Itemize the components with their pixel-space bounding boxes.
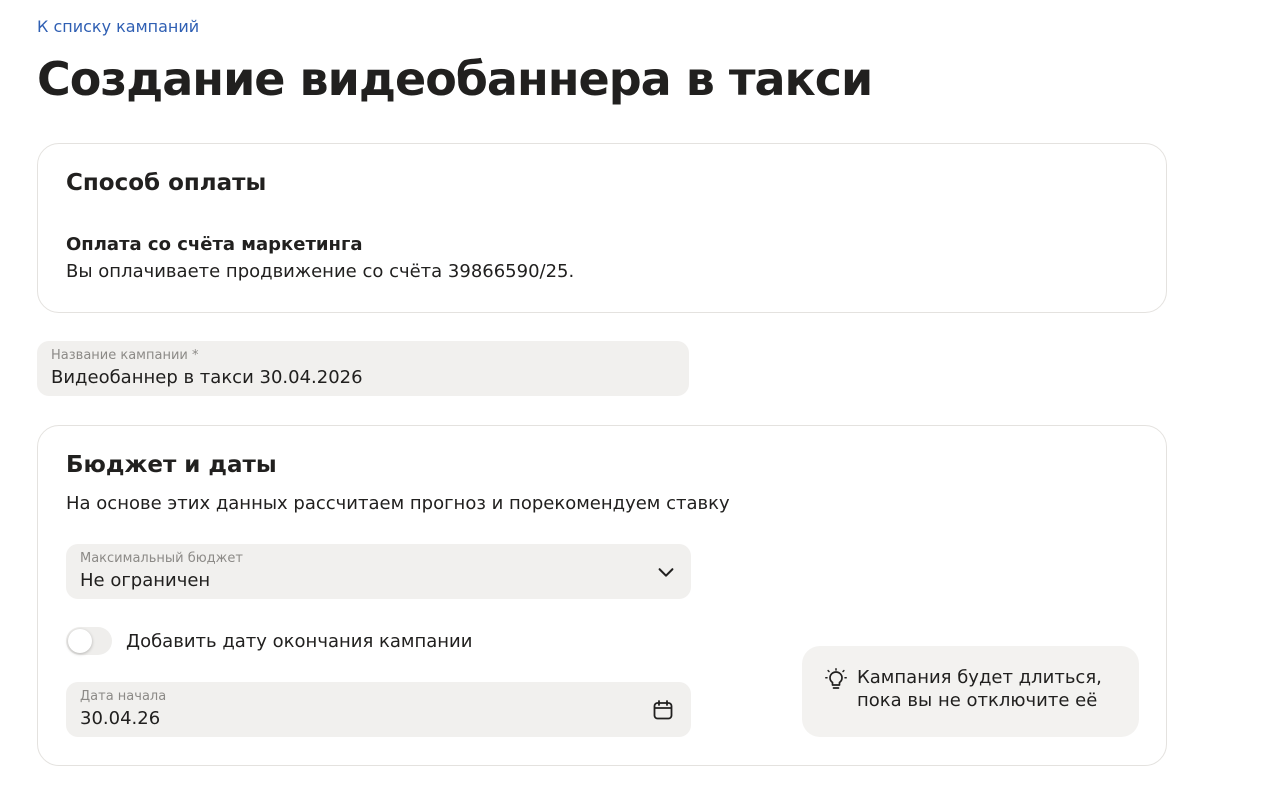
back-to-campaigns-link[interactable]: К списку кампаний	[37, 17, 199, 36]
campaign-duration-hint-text: Кампания будет длиться, пока вы не отклю…	[857, 667, 1102, 711]
max-budget-select[interactable]: Максимальный бюджет Не ограничен	[66, 544, 691, 599]
lightbulb-icon	[825, 668, 847, 689]
payment-method-description: Вы оплачиваете продвижение со счёта 3986…	[66, 261, 575, 282]
end-date-toggle-row: Добавить дату окончания кампании	[66, 626, 472, 656]
page-title: Создание видеобаннера в такси	[37, 52, 873, 106]
payment-method-name: Оплата со счёта маркетинга	[66, 234, 363, 255]
end-date-toggle-label[interactable]: Добавить дату окончания кампании	[126, 631, 472, 652]
calendar-icon[interactable]	[651, 698, 675, 722]
payment-method-card: Способ оплаты Оплата со счёта маркетинга…	[37, 143, 1167, 313]
toggle-knob	[68, 629, 92, 653]
campaign-name-input[interactable]: Видеобаннер в такси 30.04.2026	[51, 367, 363, 388]
campaign-name-field[interactable]: Название кампании * Видеобаннер в такси …	[37, 341, 689, 396]
end-date-toggle[interactable]	[66, 627, 112, 655]
max-budget-value: Не ограничен	[80, 570, 211, 591]
payment-card-title: Способ оплаты	[66, 170, 267, 196]
start-date-label: Дата начала	[80, 689, 167, 704]
campaign-name-label: Название кампании *	[51, 348, 199, 363]
budget-card-title: Бюджет и даты	[66, 452, 277, 478]
budget-card-subtitle: На основе этих данных рассчитаем прогноз…	[66, 493, 730, 514]
budget-and-dates-card: Бюджет и даты На основе этих данных расс…	[37, 425, 1167, 766]
start-date-value: 30.04.26	[80, 708, 161, 729]
campaign-duration-hint: Кампания будет длиться, пока вы не отклю…	[802, 646, 1139, 737]
max-budget-label: Максимальный бюджет	[80, 551, 243, 566]
chevron-down-icon[interactable]	[655, 561, 677, 583]
start-date-field[interactable]: Дата начала 30.04.26	[66, 682, 691, 737]
page: К списку кампаний Создание видеобаннера …	[0, 0, 1280, 790]
